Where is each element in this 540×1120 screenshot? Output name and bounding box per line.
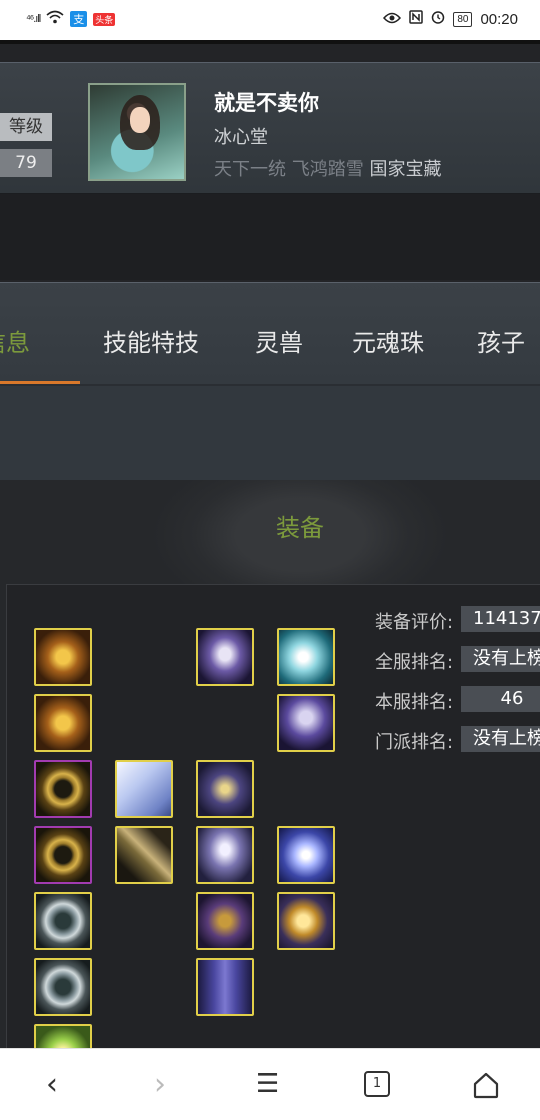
bracer-icon[interactable]	[34, 892, 92, 950]
home-icon[interactable]	[472, 1071, 500, 1099]
server-rank-label: 本服排名:	[375, 692, 454, 713]
belt-icon[interactable]	[196, 892, 254, 950]
toutiao-icon: 头条	[93, 12, 116, 26]
glove-icon[interactable]	[34, 628, 92, 686]
gear-score-value: 114137	[461, 606, 540, 632]
robe-icon[interactable]	[196, 826, 254, 884]
back-button[interactable]: ‹	[46, 1067, 58, 1102]
titles-dim: 天下一统 飞鸿踏雪	[214, 159, 364, 180]
avatar[interactable]	[88, 83, 186, 181]
title-bright: 国家宝藏	[369, 159, 442, 180]
divider	[0, 40, 540, 44]
level-value: 79	[0, 149, 52, 177]
gear-score-label: 装备评价:	[375, 612, 454, 633]
sect-rank-value: 没有上榜	[461, 726, 540, 752]
equipment-section: 装备 装备评价: 114137 全服排名: 没有上榜 本服排名: 46 门派排名…	[0, 480, 540, 1048]
server-rank-value: 46	[461, 686, 540, 712]
forward-button[interactable]: ›	[154, 1067, 166, 1102]
signal-icon: ⁴⁶.ıll	[26, 13, 41, 25]
lantern-icon[interactable]	[277, 892, 335, 950]
clock: 00:20	[480, 10, 518, 28]
eye-icon	[383, 11, 402, 28]
shoulder-armor-icon[interactable]	[196, 628, 254, 686]
pants-icon[interactable]	[196, 958, 254, 1016]
horn-icon[interactable]	[115, 826, 173, 884]
tab-switcher-button[interactable]: 1	[364, 1071, 390, 1097]
ring-icon[interactable]	[34, 826, 92, 884]
avatar-face	[130, 107, 150, 133]
profile-card: 等级 79 就是不卖你 冰心堂 天下一统 飞鸿踏雪 国家宝藏	[0, 62, 540, 194]
player-name: 就是不卖你	[214, 91, 319, 115]
helmet-icon[interactable]	[277, 694, 335, 752]
tab-info[interactable]: 信息	[0, 323, 30, 358]
tab-soul-orbs[interactable]: 元魂珠	[352, 323, 424, 358]
active-tab-indicator	[0, 381, 80, 384]
tab-pets[interactable]: 灵兽	[255, 323, 303, 358]
orb-icon[interactable]	[277, 826, 335, 884]
tab-skills[interactable]: 技能特技	[103, 323, 199, 358]
bird-pet-icon[interactable]	[277, 628, 335, 686]
battery-icon: 80	[453, 11, 473, 27]
tab-bar: 信息 技能特技 灵兽 元魂珠 孩子	[0, 282, 540, 386]
menu-button[interactable]: ☰	[256, 1069, 279, 1099]
status-bar: ⁴⁶.ıll 支 头条 80 00:20	[0, 0, 540, 40]
global-rank-label: 全服排名:	[375, 652, 454, 673]
alipay-icon: 支	[70, 11, 88, 27]
accessory-icon[interactable]	[34, 1024, 92, 1048]
glove-icon[interactable]	[34, 694, 92, 752]
player-guild: 冰心堂	[214, 127, 268, 148]
equipment-title: 装备	[276, 514, 324, 542]
global-rank-value: 没有上榜	[461, 646, 540, 672]
browser-nav-bar: ‹ › ☰ 1	[0, 1048, 540, 1120]
sub-header-band	[0, 386, 540, 480]
sect-rank-label: 门派排名:	[375, 732, 454, 753]
nfc-icon	[409, 10, 424, 28]
alarm-icon	[431, 10, 445, 28]
ring-icon[interactable]	[34, 760, 92, 818]
player-titles: 天下一统 飞鸿踏雪 国家宝藏	[214, 155, 441, 181]
tab-children[interactable]: 孩子	[477, 323, 525, 358]
chest-armor-icon[interactable]	[196, 760, 254, 818]
spacer-band	[0, 194, 540, 280]
level-label: 等级	[0, 113, 52, 141]
wifi-icon	[46, 10, 64, 28]
fur-cloak-icon[interactable]	[115, 760, 173, 818]
bracer-icon[interactable]	[34, 958, 92, 1016]
